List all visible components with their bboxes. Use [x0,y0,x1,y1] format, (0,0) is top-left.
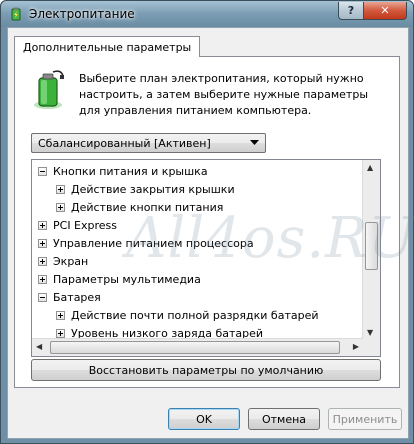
collapse-icon[interactable] [38,292,47,302]
battery-charging-icon [34,70,64,109]
tree-items: Кнопки питания и крышка Действие закрытия… [32,160,360,340]
apply-label: Применить [332,412,398,426]
tree-item[interactable]: Экран [38,252,88,270]
close-button[interactable]: ✕ [363,2,407,20]
description-text: Выберите план электропитания, который ну… [79,72,369,117]
tree-item[interactable]: Батарея [38,288,101,306]
tree-item-label: Экран [53,254,89,268]
tree-item-label: Действие закрытия крышки [71,182,235,196]
power-plan-value: Сбалансированный [Активен] [38,136,211,150]
cancel-label: Отмена [261,412,307,426]
tab-label: Дополнительные параметры [23,40,192,54]
ok-button[interactable]: OK [168,408,240,430]
power-plan-dropdown[interactable]: Сбалансированный [Активен] [31,133,266,153]
tab-advanced-settings[interactable]: Дополнительные параметры [14,36,201,57]
expand-icon[interactable] [56,184,65,194]
collapse-icon[interactable] [38,166,47,176]
expand-icon[interactable] [38,256,47,266]
title-bar[interactable]: Электропитание ? ✕ [1,1,413,27]
apply-button: Применить [328,408,402,430]
expand-icon[interactable] [38,220,47,230]
tree-item[interactable]: Параметры мультимедиа [38,270,201,288]
scroll-right-arrow-icon[interactable]: ▶ [353,342,359,351]
vertical-scroll-thumb[interactable] [365,222,378,270]
scrollbar-corner [363,339,380,356]
help-button[interactable]: ? [338,2,364,20]
power-options-window: Электропитание ? ✕ Дополнительные параме… [0,0,414,444]
scroll-down-arrow-icon[interactable]: ▼ [367,328,373,337]
vertical-scrollbar[interactable]: ▲ ▼ [362,160,380,340]
tree-item[interactable]: Действие почти полной разрядки батарей [56,306,319,324]
expand-icon[interactable] [56,310,65,320]
expand-icon[interactable] [38,274,47,284]
cancel-button[interactable]: Отмена [248,408,320,430]
ok-label: OK [196,412,212,426]
tree-item[interactable]: PCI Express [38,216,117,234]
tree-item-label: PCI Express [53,218,118,232]
expand-icon[interactable] [38,238,47,248]
tab-panel: Выберите план электропитания, который ну… [14,56,400,388]
tree-item[interactable]: Действие кнопки питания [56,198,223,216]
battery-power-icon [11,7,21,21]
tree-item-label: Параметры мультимедиа [53,272,201,286]
tree-item-label: Кнопки питания и крышка [53,164,208,178]
tree-item-label: Действие почти полной разрядки батарей [71,308,319,322]
scroll-up-arrow-icon[interactable]: ▲ [367,163,373,172]
tree-item-label: Управление питанием процессора [53,236,254,250]
tree-item-label: Действие кнопки питания [71,200,224,214]
scroll-left-arrow-icon[interactable]: ◀ [36,342,42,351]
tree-item-label: Батарея [53,290,101,304]
horizontal-scroll-thumb[interactable] [50,341,340,354]
tree-item[interactable]: Действие закрытия крышки [56,180,235,198]
restore-defaults-label: Восстановить параметры по умолчанию [88,363,324,377]
expand-icon[interactable] [56,202,65,212]
tree-item[interactable]: Кнопки питания и крышка [38,162,208,180]
restore-defaults-button[interactable]: Восстановить параметры по умолчанию [31,359,381,381]
settings-tree[interactable]: Кнопки питания и крышка Действие закрытия… [31,159,381,357]
horizontal-scrollbar[interactable]: ◀ ▶ [32,338,363,356]
dialog-client-area: Дополнительные параметры Выберите план э… [7,27,414,439]
window-title: Электропитание [29,7,135,21]
expand-icon[interactable] [56,328,65,338]
tree-item[interactable]: Управление питанием процессора [38,234,254,252]
chevron-down-icon [250,140,259,145]
